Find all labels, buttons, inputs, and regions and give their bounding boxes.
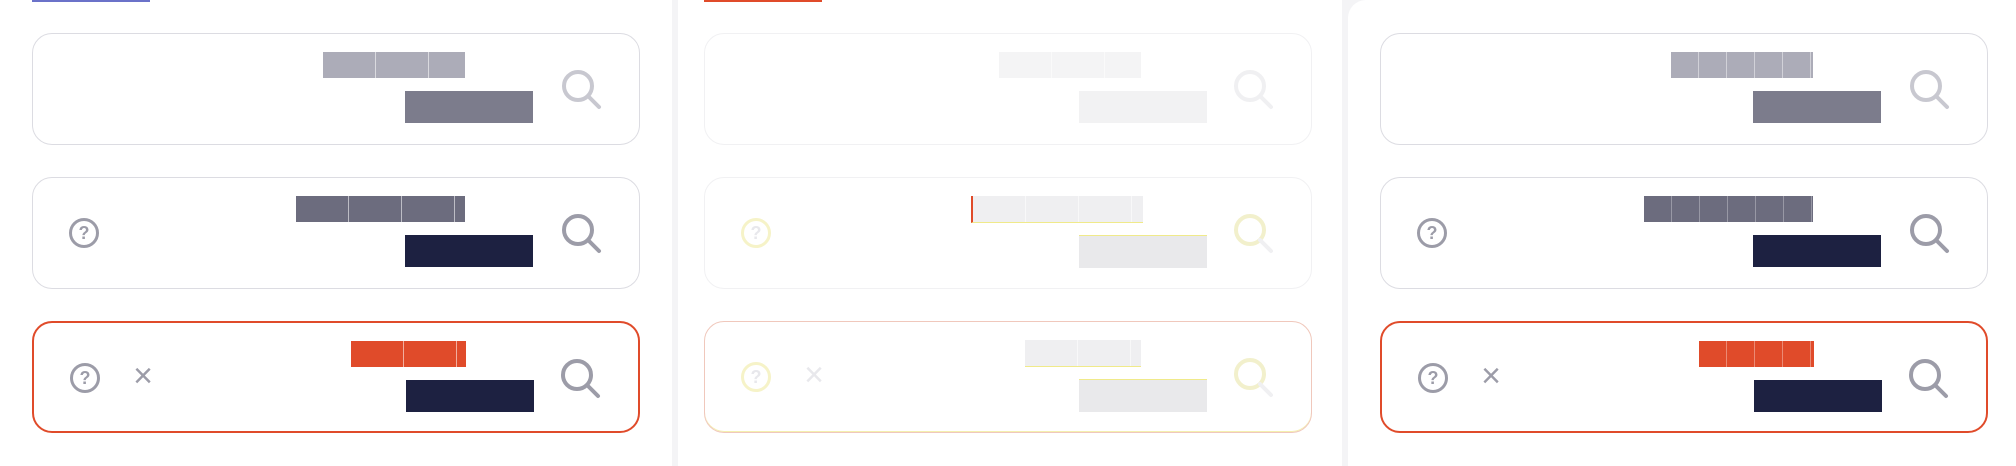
search-icon[interactable] xyxy=(559,211,605,257)
help-icon: ? xyxy=(741,218,771,248)
search-field-focused[interactable]: ? xyxy=(32,177,640,289)
help-icon[interactable]: ? xyxy=(69,218,99,248)
redacted-value xyxy=(405,91,533,123)
help-icon[interactable]: ? xyxy=(70,363,100,393)
search-field-focused-disabled: ? xyxy=(704,177,1312,289)
redacted-label xyxy=(351,341,466,367)
redacted-value xyxy=(1753,235,1881,267)
clear-icon[interactable]: × xyxy=(1476,359,1506,393)
search-field-error-disabled: ? × xyxy=(704,321,1312,433)
redacted-value xyxy=(405,235,533,267)
clear-icon: × xyxy=(804,356,824,394)
states-panel-disabled: ? ? × xyxy=(678,0,1342,466)
active-tab-indicator xyxy=(32,0,150,2)
search-field-error[interactable]: ? × xyxy=(1380,321,1988,433)
search-icon[interactable] xyxy=(1907,211,1953,257)
search-field-error[interactable]: ? × xyxy=(32,321,640,433)
help-icon: ? xyxy=(741,362,771,392)
redacted-value xyxy=(1079,91,1207,123)
redacted-label xyxy=(999,52,1141,78)
active-tab-indicator xyxy=(704,0,822,2)
search-icon[interactable] xyxy=(1907,67,1953,113)
redacted-value xyxy=(1753,91,1881,123)
redacted-label xyxy=(1644,196,1813,222)
states-panel-enabled: ? ? × xyxy=(0,0,672,466)
search-icon[interactable] xyxy=(559,67,605,113)
redacted-label xyxy=(1025,340,1141,367)
redacted-label xyxy=(323,52,465,78)
clear-icon[interactable]: × xyxy=(128,359,158,393)
search-field-default-disabled xyxy=(704,33,1312,145)
redacted-value xyxy=(406,380,534,412)
search-icon xyxy=(1231,67,1277,113)
search-icon[interactable] xyxy=(558,356,604,402)
search-field-states-board: ? ? × ? ? × ? ? × xyxy=(0,0,2016,466)
redacted-value xyxy=(1079,379,1207,412)
redacted-value xyxy=(1754,380,1882,412)
search-field-focused[interactable]: ? xyxy=(1380,177,1988,289)
states-panel-enabled-wide: ? ? × xyxy=(1348,0,2016,466)
redacted-label xyxy=(296,196,465,222)
search-icon xyxy=(1231,211,1277,257)
help-icon[interactable]: ? xyxy=(1417,218,1447,248)
redacted-label xyxy=(1699,341,1814,367)
redacted-label xyxy=(971,196,1143,223)
search-icon[interactable] xyxy=(1906,356,1952,402)
search-field-default[interactable] xyxy=(32,33,640,145)
search-field-default[interactable] xyxy=(1380,33,1988,145)
search-icon xyxy=(1231,355,1277,401)
redacted-value xyxy=(1079,235,1207,268)
redacted-label xyxy=(1671,52,1813,78)
help-icon[interactable]: ? xyxy=(1418,363,1448,393)
